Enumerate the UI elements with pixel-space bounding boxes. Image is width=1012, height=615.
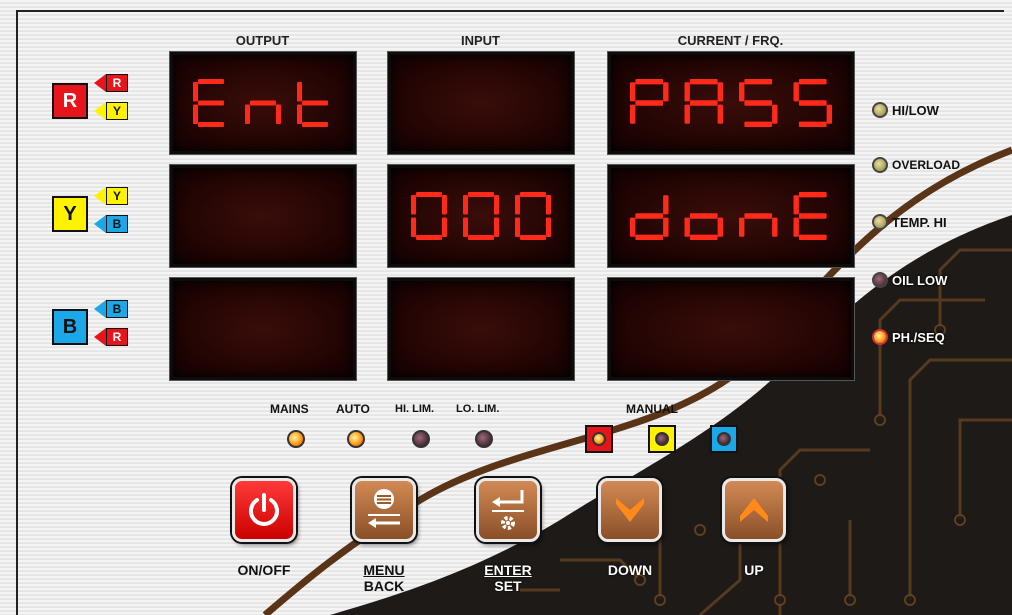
seven-segment-readout (630, 192, 827, 240)
seven-segment-readout (630, 79, 832, 127)
phase-y-top-tag: Y (106, 187, 128, 205)
phase-b-box: B (52, 309, 88, 345)
hi-low-lamp (872, 102, 888, 118)
back-text: BACK (363, 578, 405, 594)
indicator-oil-low: OIL LOW (872, 272, 947, 288)
seven-segment-readout (611, 281, 851, 377)
indicator-overload-label: OVERLOAD (892, 158, 961, 172)
manual-label: MANUAL (626, 402, 678, 416)
indicator-temp-hi: TEMP. HI (872, 214, 947, 230)
on-off-label: ON/OFF (237, 562, 291, 578)
enter-set-label: ENTER SET (472, 562, 544, 594)
ph-seq-lamp (872, 329, 888, 345)
output-header: OUTPUT (235, 33, 290, 48)
down-arrow-icon (616, 498, 644, 522)
auto-led (347, 430, 365, 448)
menu-back-label: MENU BACK (348, 562, 420, 594)
lo-lim-label: LO. LIM. (456, 403, 500, 415)
temp-hi-lamp (872, 214, 888, 230)
indicator-oil-low-label: OIL LOW (892, 272, 948, 288)
indicator-temp-hi-label: TEMP. HI (892, 214, 947, 230)
lo-lim-led (475, 430, 493, 448)
manual-r-led (592, 432, 606, 446)
seven-segment-readout (391, 281, 571, 377)
phase-r-box: R (52, 83, 88, 119)
display-current-y (608, 165, 854, 267)
display-current-r (608, 52, 854, 154)
up-arrow-icon (740, 498, 768, 522)
power-icon (249, 493, 279, 526)
control-panel: OUTPUT INPUT CURRENT / FRQ. R R Y Y Y B … (0, 0, 1012, 615)
on-off-button[interactable] (232, 478, 296, 542)
manual-r-led-box (585, 425, 613, 453)
hi-lim-label: HI. LIM. (395, 403, 435, 415)
seven-segment-readout (193, 79, 328, 127)
phase-b-top-tag: B (106, 300, 128, 318)
manual-b-led-box (710, 425, 738, 453)
display-output-y (170, 165, 356, 267)
menu-back-icon (368, 489, 400, 528)
set-text: SET (494, 578, 522, 594)
indicator-hi-low-label: HI/LOW (892, 102, 939, 118)
overload-lamp (872, 157, 888, 173)
indicator-hi-low: HI/LOW (872, 102, 939, 118)
menu-text: MENU (363, 562, 405, 578)
manual-y-led-box (648, 425, 676, 453)
down-button[interactable] (598, 478, 662, 542)
enter-set-button[interactable] (476, 478, 540, 542)
seven-segment-readout (411, 192, 551, 240)
enter-text: ENTER (484, 562, 532, 578)
phase-r-top-tag: R (106, 74, 128, 92)
phase-y-box: Y (52, 196, 88, 232)
oil-low-lamp (872, 272, 888, 288)
display-input-y (388, 165, 574, 267)
auto-label: AUTO (336, 402, 370, 416)
down-label: DOWN (607, 562, 653, 578)
display-current-b (608, 278, 854, 380)
display-output-r (170, 52, 356, 154)
input-header: INPUT (461, 33, 500, 48)
mains-label: MAINS (270, 402, 309, 416)
display-output-b (170, 278, 356, 380)
seven-segment-readout (391, 55, 571, 151)
menu-back-button[interactable] (352, 478, 416, 542)
phase-r-bottom-tag: Y (106, 102, 128, 120)
up-button[interactable] (722, 478, 786, 542)
phase-b-bottom-tag: R (106, 328, 128, 346)
manual-y-led (655, 432, 669, 446)
enter-set-icon (492, 490, 524, 530)
display-input-b (388, 278, 574, 380)
indicator-overload: OVERLOAD (872, 157, 960, 173)
manual-b-led (717, 432, 731, 446)
phase-y-bottom-tag: B (106, 215, 128, 233)
seven-segment-readout (173, 281, 353, 377)
up-label: UP (744, 562, 764, 578)
indicator-ph-seq-label: PH./SEQ (892, 329, 945, 345)
display-input-r (388, 52, 574, 154)
mains-led (287, 430, 305, 448)
seven-segment-readout (173, 168, 353, 264)
current-frq-header: CURRENT / FRQ. (677, 33, 784, 48)
hi-lim-led (412, 430, 430, 448)
indicator-ph-seq: PH./SEQ (872, 329, 945, 345)
